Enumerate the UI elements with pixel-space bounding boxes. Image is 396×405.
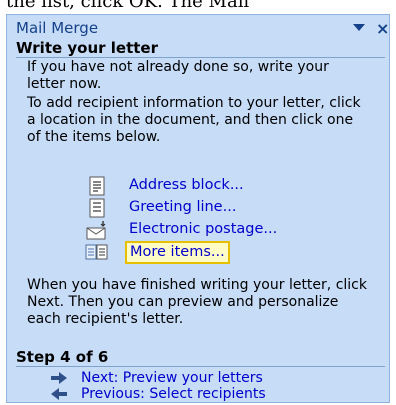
section-heading-step: Step 4 of 6 xyxy=(16,348,109,366)
document-text: the list, click OK. The Mail xyxy=(6,0,250,12)
next-step-label[interactable]: Next: Preview your letters xyxy=(81,370,263,386)
arrow-right-icon xyxy=(51,372,67,384)
instruction-text-1: If you have not already done so, write y… xyxy=(27,59,329,92)
electronic-postage-icon xyxy=(86,221,106,240)
address-block-label[interactable]: Address block... xyxy=(129,177,244,193)
mail-merge-task-pane: Mail Merge × Write your letter If you ha… xyxy=(6,14,390,403)
more-items-label[interactable]: More items... xyxy=(125,241,230,264)
section-heading-write-letter: Write your letter xyxy=(16,39,158,57)
close-icon[interactable]: × xyxy=(376,19,389,38)
section-divider xyxy=(16,57,385,58)
pane-header: Mail Merge × xyxy=(7,15,389,41)
electronic-postage-label[interactable]: Electronic postage... xyxy=(129,221,277,237)
previous-step-label[interactable]: Previous: Select recipients xyxy=(81,386,266,402)
address-block-icon xyxy=(89,176,105,196)
document-text-strip: the list, click OK. The Mail xyxy=(0,0,396,14)
instruction-text-2: To add recipient information to your let… xyxy=(27,95,361,145)
instruction-text-3: When you have finished writing your lett… xyxy=(27,277,367,327)
greeting-line-icon xyxy=(89,198,105,218)
pane-title: Mail Merge xyxy=(16,19,99,37)
step-divider xyxy=(16,366,385,367)
chevron-down-icon[interactable] xyxy=(353,24,365,31)
arrow-left-icon xyxy=(51,388,67,400)
greeting-line-label[interactable]: Greeting line... xyxy=(129,199,236,215)
more-items-icon xyxy=(85,244,108,260)
